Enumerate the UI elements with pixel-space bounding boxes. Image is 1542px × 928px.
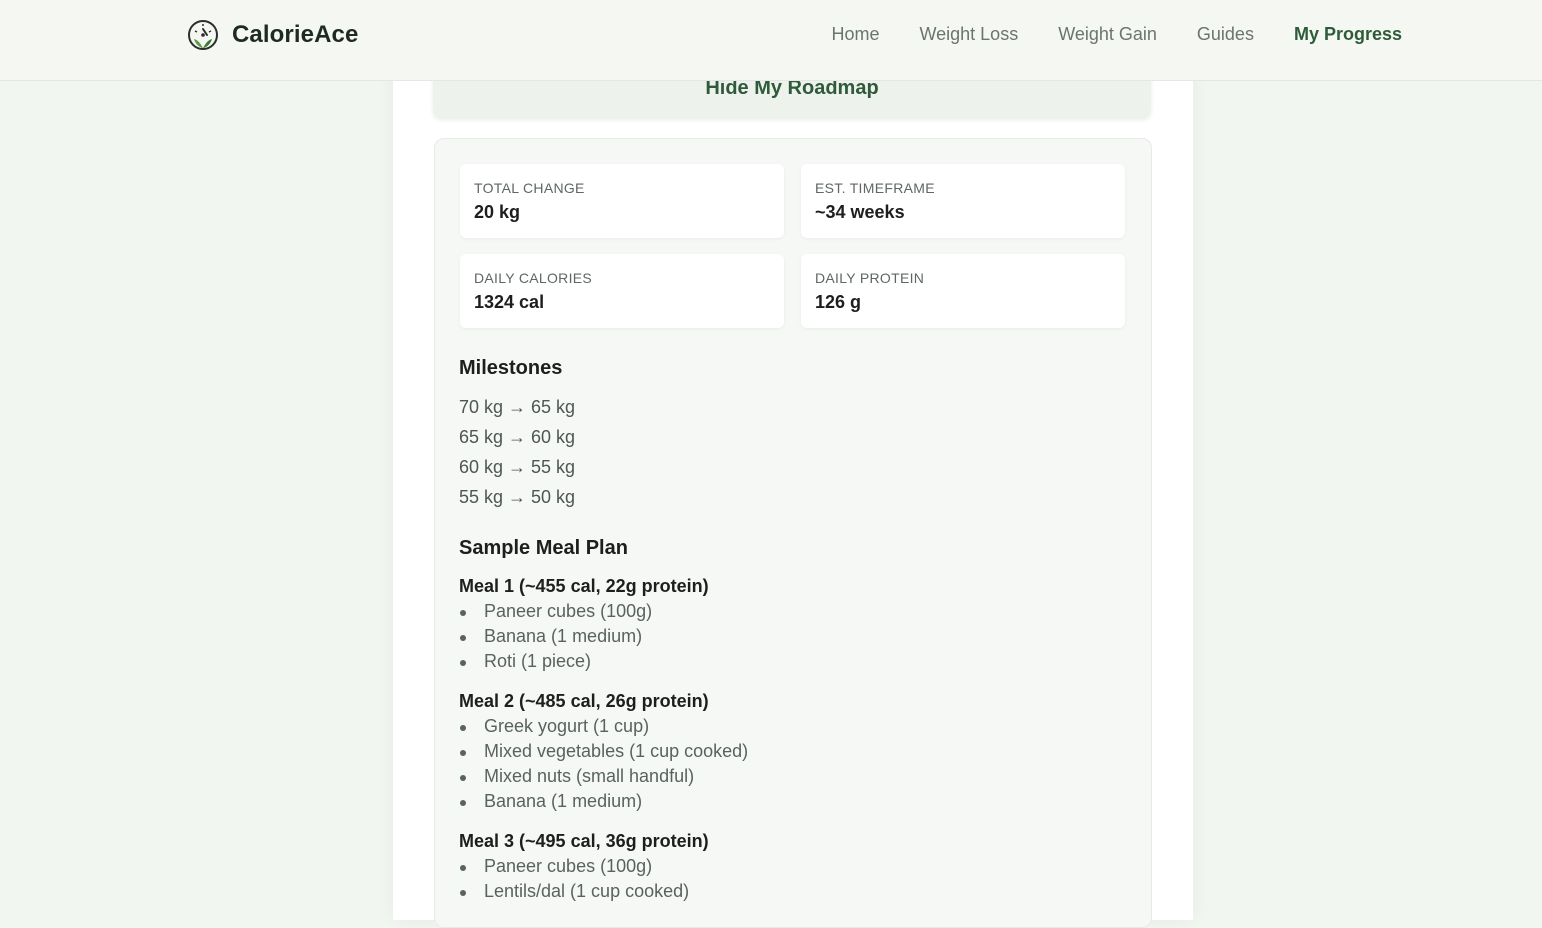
milestone-item: 55 kg → 50 kg [459, 487, 576, 507]
stat-daily-calories: DAILY CALORIES 1324 cal [460, 254, 784, 328]
stat-value: ~34 weeks [815, 202, 905, 222]
meal-item: Mixed vegetables (1 cup cooked) [459, 739, 748, 764]
brand-logo-icon [188, 20, 218, 50]
nav-home[interactable]: Home [831, 24, 879, 45]
milestone-item: 65 kg → 60 kg [459, 427, 576, 447]
meal-items-list: Paneer cubes (100g) Banana (1 medium) Ro… [459, 599, 652, 674]
meal-items-list: Paneer cubes (100g) Lentils/dal (1 cup c… [459, 854, 689, 904]
milestone-item: 70 kg → 65 kg [459, 397, 576, 417]
top-navbar: CalorieAce Home Weight Loss Weight Gain … [0, 0, 1542, 81]
nav-weight-gain[interactable]: Weight Gain [1058, 24, 1157, 45]
stat-value: 20 kg [474, 202, 521, 222]
meal-item: Paneer cubes (100g) [459, 599, 652, 624]
meal-item: Lentils/dal (1 cup cooked) [459, 879, 689, 904]
meal-items-list: Greek yogurt (1 cup) Mixed vegetables (1… [459, 714, 748, 814]
meal-item: Mixed nuts (small handful) [459, 764, 748, 789]
meal-plan-heading: Sample Meal Plan [459, 537, 628, 559]
main-nav: Home Weight Loss Weight Gain Guides My P… [791, 24, 1402, 45]
nav-guides[interactable]: Guides [1197, 24, 1254, 45]
stat-daily-protein: DAILY PROTEIN 126 g [801, 254, 1125, 328]
milestone-item: 60 kg → 55 kg [459, 457, 576, 477]
meal-item: Paneer cubes (100g) [459, 854, 689, 879]
stat-est-timeframe: EST. TIMEFRAME ~34 weeks [801, 164, 1125, 238]
milestones-heading: Milestones [459, 357, 563, 379]
meal-item: Greek yogurt (1 cup) [459, 714, 748, 739]
stat-value: 126 g [815, 292, 862, 312]
meal-title: Meal 3 (~495 cal, 36g protein) [459, 831, 709, 851]
meal-item: Roti (1 piece) [459, 649, 652, 674]
milestones-list: 70 kg → 65 kg 65 kg → 60 kg 60 kg → 55 k… [459, 394, 575, 514]
stat-label: TOTAL CHANGE [474, 180, 585, 196]
meal-title: Meal 1 (~455 cal, 22g protein) [459, 576, 709, 596]
meal-item: Banana (1 medium) [459, 789, 748, 814]
meal-title: Meal 2 (~485 cal, 26g protein) [459, 691, 709, 711]
stat-label: EST. TIMEFRAME [815, 180, 935, 196]
brand[interactable]: CalorieAce [186, 18, 358, 52]
stat-label: DAILY PROTEIN [815, 270, 925, 286]
stat-label: DAILY CALORIES [474, 270, 593, 286]
meal-item: Banana (1 medium) [459, 624, 652, 649]
stat-total-change: TOTAL CHANGE 20 kg [460, 164, 784, 238]
nav-weight-loss[interactable]: Weight Loss [919, 24, 1018, 45]
stat-value: 1324 cal [474, 292, 545, 312]
nav-my-progress[interactable]: My Progress [1294, 24, 1402, 45]
brand-name: CalorieAce [232, 21, 359, 48]
